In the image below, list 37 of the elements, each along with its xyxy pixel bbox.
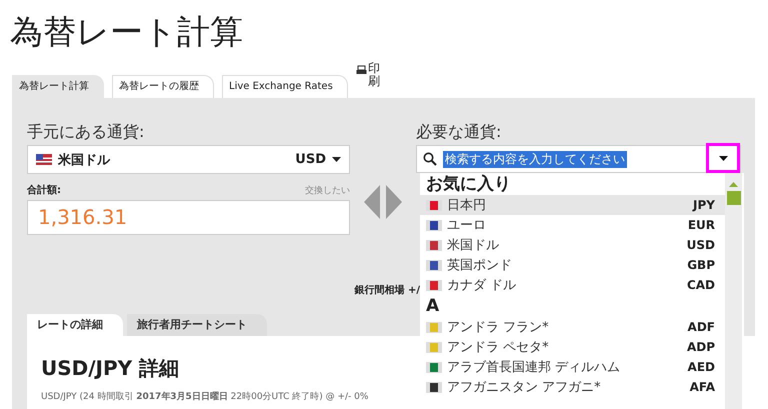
field-label: 手元にある通貨: bbox=[27, 121, 146, 143]
currency-option[interactable]: 日本円 JPY bbox=[420, 195, 725, 215]
currency-option[interactable]: アラブ首長国連邦 ディルハム AED bbox=[420, 357, 725, 377]
scroll-up-icon[interactable] bbox=[729, 182, 738, 187]
printer-icon[interactable] bbox=[356, 65, 367, 75]
currency-option[interactable]: 英国ポンド GBP bbox=[420, 255, 725, 275]
scrollbar[interactable] bbox=[725, 173, 742, 409]
currency-select[interactable]: 米国ドル USD bbox=[27, 145, 350, 174]
caret-icon bbox=[332, 157, 341, 162]
currency-option[interactable]: カナダ ドル CAD bbox=[420, 275, 725, 295]
section-heading: A bbox=[425, 295, 440, 317]
currency-option[interactable]: アフガニスタン アフガニ* AFA bbox=[420, 377, 725, 397]
page-title: 為替レート計算 bbox=[9, 11, 244, 53]
currency-option[interactable]: アンドラ ペセタ* ADP bbox=[420, 337, 725, 357]
tab[interactable]: 旅行者用チートシート bbox=[127, 314, 267, 336]
amount-hint: 交換したい bbox=[305, 184, 350, 197]
amount-label: 合計額: bbox=[27, 184, 61, 197]
detail-heading: USD/JPY 詳細 bbox=[41, 356, 180, 380]
tab[interactable]: 為替レートの履歴 bbox=[112, 75, 214, 98]
scrollbar-thumb[interactable] bbox=[726, 191, 740, 205]
currency-option[interactable]: アンドラ フラン* ADF bbox=[420, 317, 725, 337]
field-label: 必要な通貨: bbox=[416, 121, 502, 143]
tab[interactable]: レートの詳細 bbox=[27, 314, 123, 336]
flag-icon bbox=[36, 154, 52, 165]
currency-option[interactable]: 米国ドル USD bbox=[420, 235, 725, 255]
currency-option[interactable]: ユーロ EUR bbox=[420, 215, 725, 235]
search-icon bbox=[423, 152, 437, 166]
detail-subtext: USD/JPY (24 時間取引 2017年3月5日日曜日 22時00分UTC 終了時) @ +/- 0% bbox=[41, 390, 370, 403]
interbank-note: 銀行間相場 +/ bbox=[354, 285, 420, 296]
caret-icon bbox=[718, 156, 728, 160]
tab[interactable]: Live Exchange Rates bbox=[222, 75, 348, 98]
swap-arrows-icon[interactable] bbox=[362, 185, 404, 219]
section-heading: お気に入り bbox=[425, 173, 512, 195]
tab[interactable]: 為替レート計算 bbox=[12, 75, 104, 98]
print-link[interactable]: 印刷 bbox=[368, 62, 380, 88]
dropdown-arrow-button[interactable] bbox=[706, 143, 740, 173]
currency-search-field[interactable]: 検索する内容を入力してください bbox=[416, 145, 741, 173]
